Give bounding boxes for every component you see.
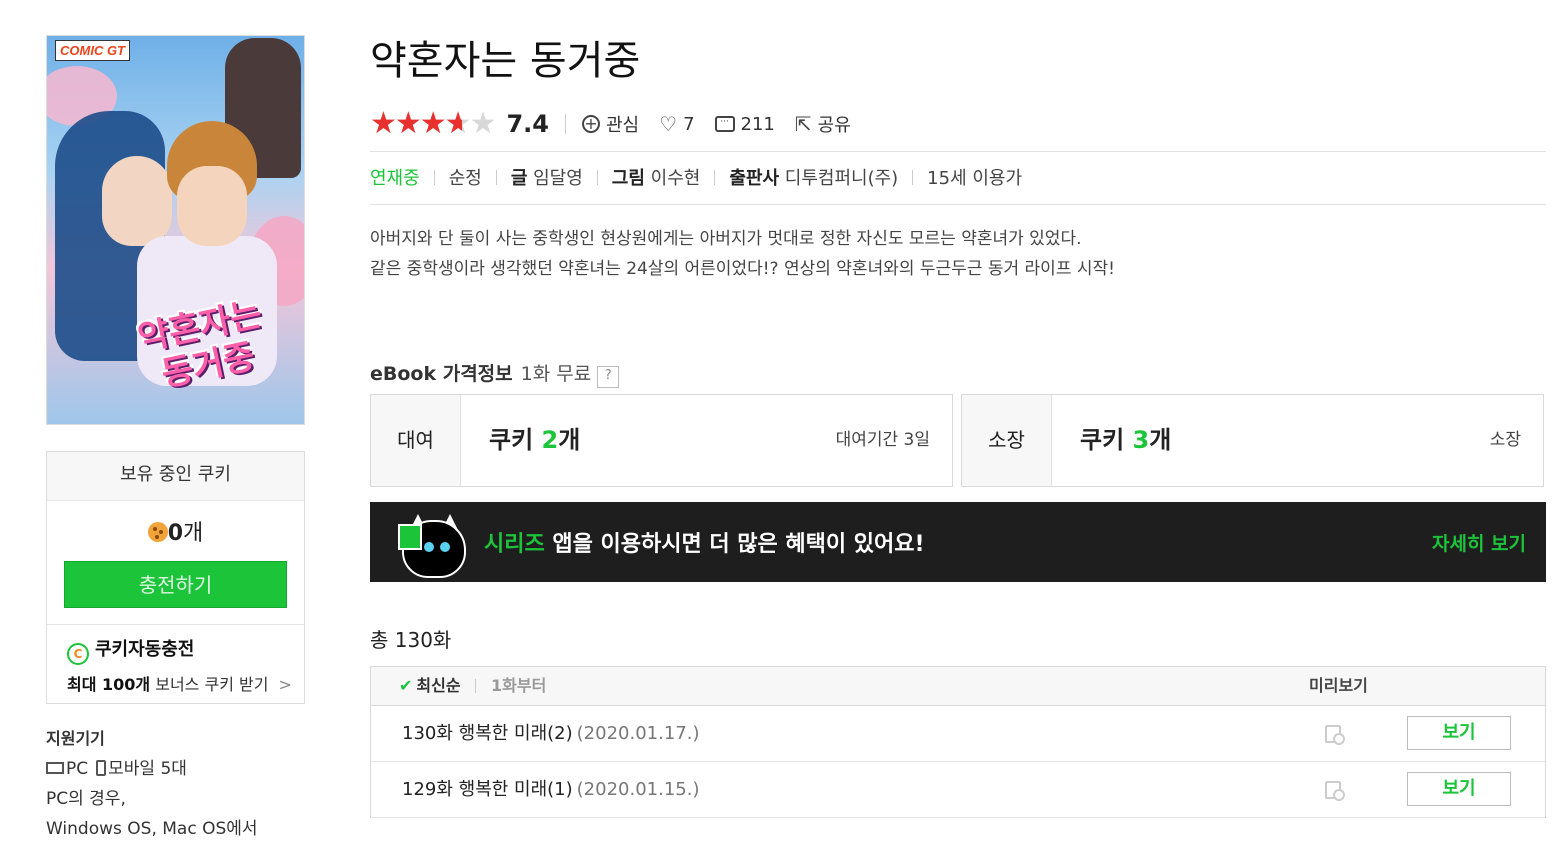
series-meta: 연재중 순정 글 임달영 그림 이수현 출판사 디투컴퍼니(주) 15세 이용가 — [370, 168, 1023, 189]
divider — [370, 151, 1546, 152]
cookie-icon — [147, 522, 168, 542]
share-icon: ⇱ — [794, 112, 812, 136]
rent-period: 대여기간 3일 — [835, 430, 930, 450]
banner-text: 시리즈 앱을 이용하시면 더 많은 혜택이 있어요! — [484, 532, 925, 557]
help-icon[interactable]: ? — [597, 366, 620, 388]
pc-icon — [46, 762, 64, 774]
price-info-title: eBook 가격정보 1화 무료? — [370, 360, 620, 388]
share-button[interactable]: ⇱ 공유 — [795, 111, 851, 137]
episode-date: (2020.01.15.) — [576, 779, 700, 800]
plus-circle-icon: + — [582, 115, 600, 133]
episode-row[interactable]: 130화 행복한 미래(2) (2020.01.17.) 보기 — [371, 706, 1545, 762]
cat-mascot-icon — [394, 502, 474, 582]
auto-charge-icon: C — [67, 643, 89, 665]
cookie-box: 보유 중인 쿠키 0개 충전하기 C 쿠키자동충전 최대 100개 보너스 쿠키 … — [46, 451, 305, 704]
auto-charge-link[interactable]: C 쿠키자동충전 최대 100개 보너스 쿠키 받기 > — [47, 624, 304, 695]
banner-more-link[interactable]: 자세히 보기 — [1432, 529, 1526, 556]
like-button[interactable]: ♡ 7 — [659, 112, 694, 136]
publisher-link[interactable]: 디투컴퍼니(주) — [785, 168, 898, 189]
preview-icon[interactable] — [1325, 781, 1345, 801]
rating-stars: ★★★★★ ★★★★★ — [370, 106, 496, 141]
chevron-right-icon: > — [278, 675, 292, 694]
publisher-logo: COMIC GT — [55, 40, 130, 61]
interest-button[interactable]: + 관심 — [582, 111, 639, 137]
own-price: 쿠키 3개 — [1080, 426, 1172, 454]
episode-title: 129화 행복한 미래(1) — [402, 779, 573, 800]
own-option[interactable]: 소장 쿠키 3개 소장 — [961, 394, 1544, 487]
supported-devices-title: 지원기기 — [46, 729, 105, 748]
cookie-count: 0개 — [47, 515, 304, 547]
artist-link[interactable]: 이수현 — [651, 168, 701, 189]
series-app-banner[interactable]: 시리즈 앱을 이용하시면 더 많은 혜택이 있어요! 자세히 보기 — [370, 502, 1546, 582]
episode-list: ✔ 최신순 1화부터 미리보기 130화 행복한 미래(2) (2020.01.17… — [370, 666, 1546, 818]
writer-link[interactable]: 임달영 — [533, 168, 583, 189]
genre-link[interactable]: 순정 — [449, 168, 482, 189]
episode-date: (2020.01.17.) — [576, 723, 700, 744]
check-icon: ✔ — [399, 676, 413, 695]
view-button[interactable]: 보기 — [1407, 772, 1511, 806]
mobile-icon — [96, 760, 107, 776]
supported-devices: 지원기기 PC 모바일 5대 PC의 경우, Windows OS, Mac OS… — [46, 724, 258, 844]
rating-row: ★★★★★ ★★★★★ 7.4 +관심 ♡7 ···211 ⇱공유 — [370, 108, 871, 140]
charge-button[interactable]: 충전하기 — [64, 561, 287, 608]
cookie-box-header: 보유 중인 쿠키 — [47, 452, 304, 501]
cover-art-figure — [102, 156, 172, 246]
episode-title: 130화 행복한 미래(2) — [402, 723, 573, 744]
gift-icon — [398, 524, 422, 550]
heart-icon: ♡ — [659, 112, 678, 136]
rating-score: 7.4 — [506, 110, 549, 138]
episode-list-header: ✔ 최신순 1화부터 미리보기 — [371, 667, 1545, 706]
auto-charge-title: 쿠키자동충전 — [95, 639, 195, 660]
episode-row[interactable]: 129화 행복한 미래(1) (2020.01.15.) 보기 — [371, 762, 1545, 818]
rent-option[interactable]: 대여 쿠키 2개 대여기간 3일 — [370, 394, 953, 487]
view-button[interactable]: 보기 — [1407, 716, 1511, 750]
status-badge: 연재중 — [370, 168, 420, 189]
synopsis: 아버지와 단 둘이 사는 중학생인 현상원에게는 아버지가 멋대로 정한 자신도… — [370, 229, 1115, 279]
preview-column-header: 미리보기 — [1309, 676, 1368, 695]
cover-image[interactable]: COMIC GT 약혼자는 동거중 — [46, 35, 305, 425]
sort-first-button[interactable]: 1화부터 — [491, 667, 546, 705]
divider — [370, 204, 1546, 205]
own-note: 소장 — [1489, 430, 1521, 450]
page-title: 약혼자는 동거중 — [370, 38, 641, 84]
sort-latest-button[interactable]: ✔ 최신순 — [399, 667, 461, 705]
cover-art-figure — [177, 166, 247, 246]
comment-icon: ··· — [714, 116, 735, 132]
age-rating: 15세 이용가 — [927, 168, 1023, 189]
preview-icon[interactable] — [1325, 725, 1345, 745]
rent-price: 쿠키 2개 — [489, 426, 581, 454]
comment-button[interactable]: ··· 211 — [714, 114, 775, 135]
episode-total: 총 130화 — [370, 628, 452, 652]
